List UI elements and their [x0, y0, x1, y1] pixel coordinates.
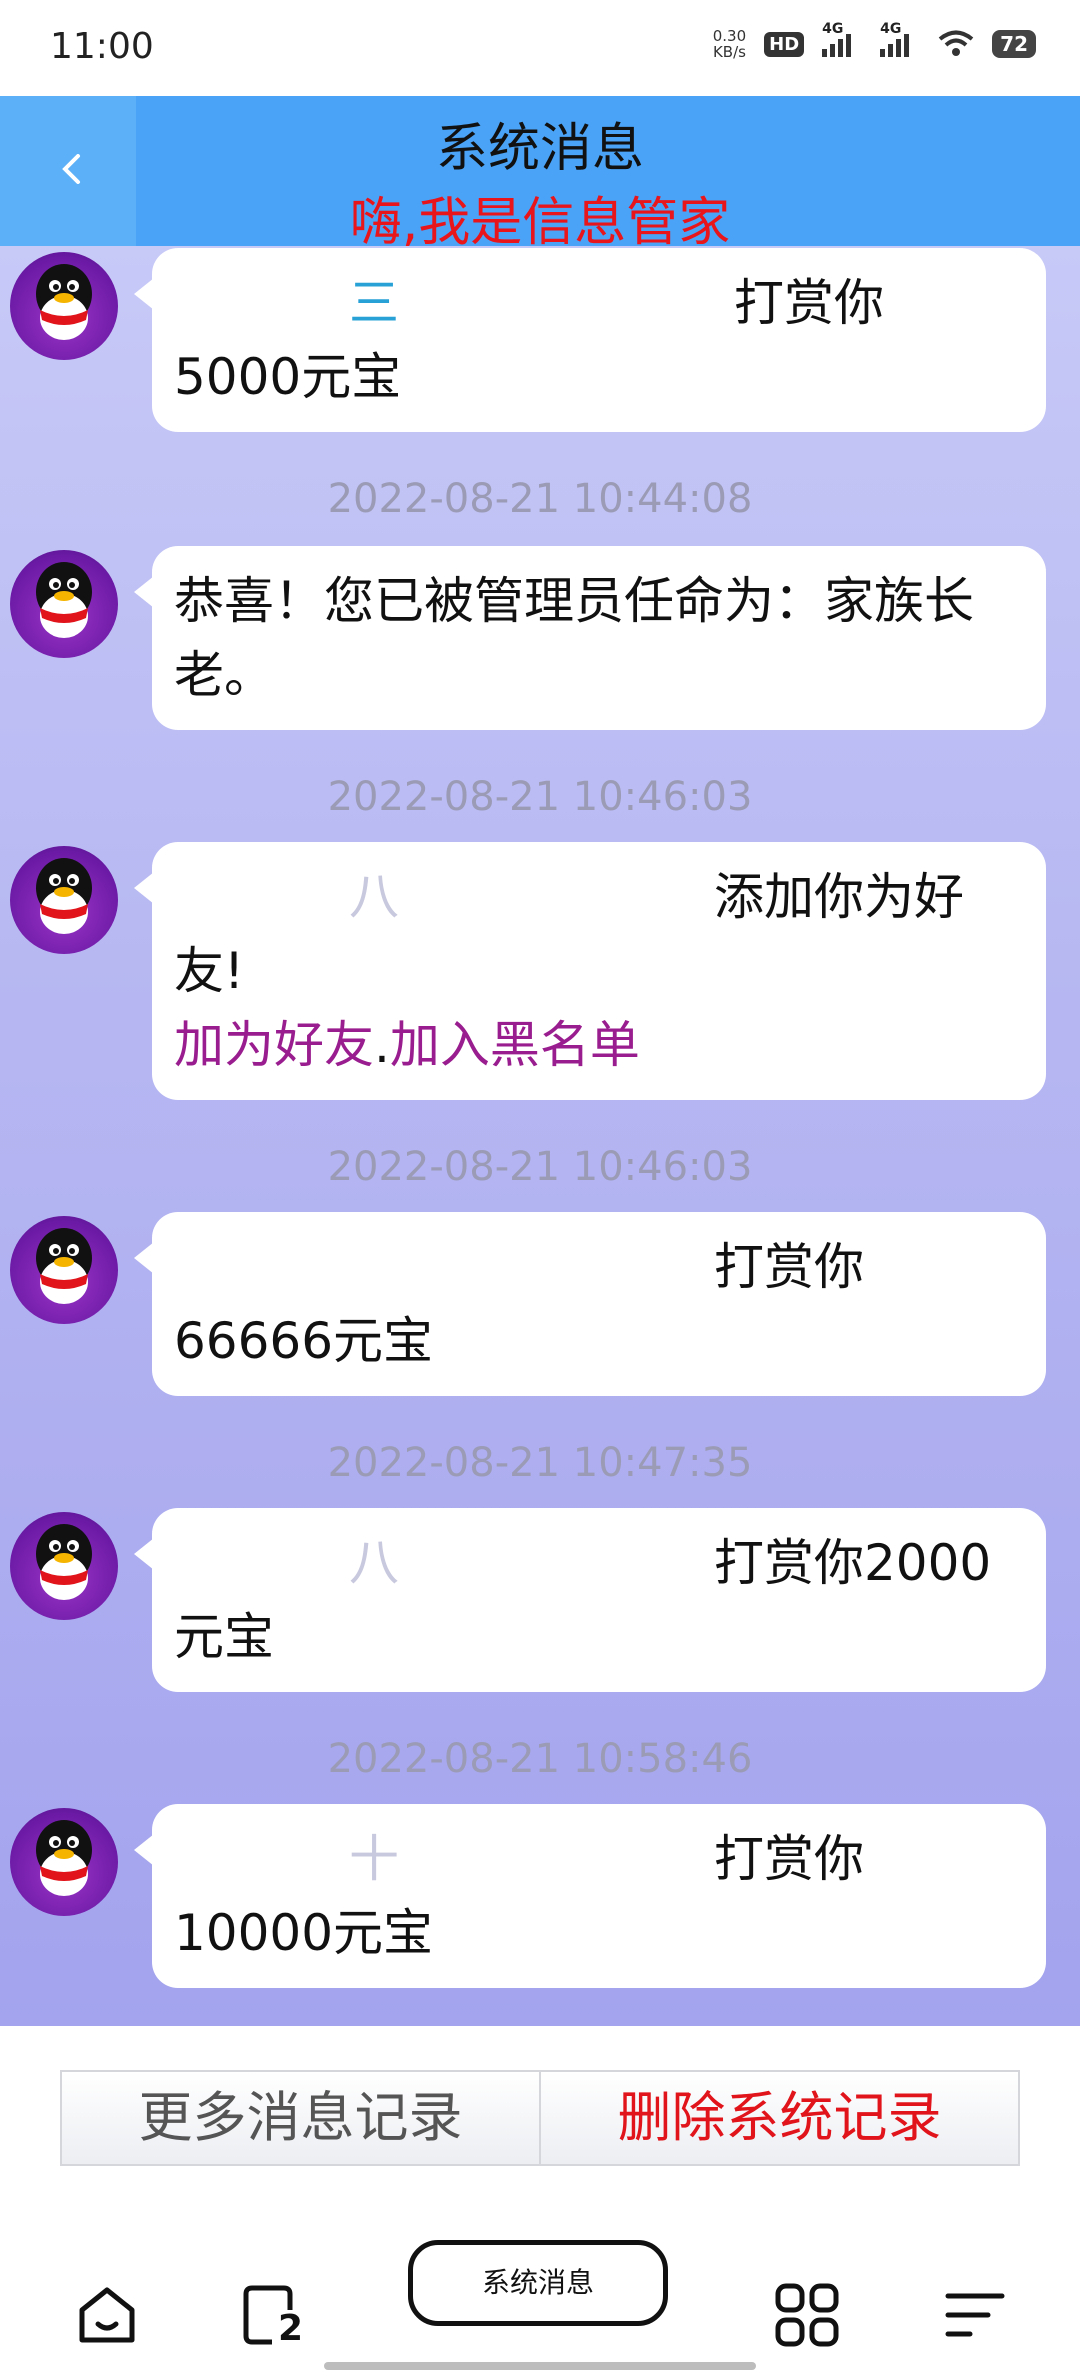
message-bubble: 恭喜！您已被管理员任命为：家族长老。	[134, 546, 1046, 730]
network-type-label-2: 4G	[880, 21, 902, 37]
avatar[interactable]	[10, 1216, 118, 1324]
apps-grid-icon[interactable]	[772, 2280, 842, 2350]
avatar[interactable]	[10, 550, 118, 658]
sender-name[interactable]: 十	[349, 1822, 399, 1896]
message-bubble: 十 打赏你 10000元宝	[134, 1804, 1046, 1988]
penguin-avatar-icon	[36, 264, 92, 340]
menu-icon[interactable]	[940, 2280, 1010, 2350]
message-action: 打赏你	[734, 274, 884, 332]
status-time: 11:00	[50, 26, 154, 67]
message-action: 打赏你	[714, 1238, 864, 1296]
message-action: 打赏你2000	[714, 1534, 992, 1592]
message-bubble: 八 添加你为好 友! 加为好友.加入黑名单	[134, 842, 1046, 1100]
message-bubble: 三 打赏你 5000元宝	[134, 248, 1046, 432]
message-bubble: 打赏你 66666元宝	[134, 1212, 1046, 1396]
message-text: 66666元宝	[174, 1312, 434, 1370]
message-text: 恭喜！您已被管理员任命为：家族长老。	[174, 572, 974, 704]
penguin-avatar-icon	[36, 562, 92, 638]
penguin-avatar-icon	[36, 1524, 92, 1600]
home-indicator[interactable]	[324, 2362, 756, 2370]
wifi-icon	[938, 30, 974, 56]
network-type-label: 4G	[822, 21, 844, 37]
network-speed-value: 0.30	[712, 27, 747, 45]
signal-icon-2: 4G	[880, 21, 920, 57]
message-list[interactable]: 三 打赏你 5000元宝 2022-08-21 10:44:08 恭喜！您已被管…	[0, 246, 1080, 2026]
network-speed: 0.30 KB/s	[713, 28, 746, 60]
message-timestamp: 2022-08-21 10:46:03	[327, 1144, 753, 1190]
message-bubble: 八 打赏你2000 元宝	[134, 1508, 1046, 1692]
blacklist-link[interactable]: 加入黑名单	[390, 1016, 640, 1074]
add-friend-link[interactable]: 加为好友	[174, 1016, 374, 1074]
friend-actions: 加为好友.加入黑名单	[174, 1008, 1024, 1082]
message-action: 打赏你	[714, 1830, 864, 1888]
status-bar: 11:00 0.30 KB/s HD 4G 4G 72	[0, 0, 1080, 96]
message-text: 元宝	[174, 1608, 274, 1666]
message-timestamp: 2022-08-21 10:46:03	[327, 774, 753, 820]
penguin-avatar-icon	[36, 1820, 92, 1896]
page-subtitle: 嗨,我是信息管家	[349, 193, 731, 253]
recent-apps-icon[interactable]: 2	[238, 2280, 308, 2350]
more-messages-button[interactable]: 更多消息记录	[62, 2072, 541, 2164]
message-timestamp: 2022-08-21 10:47:35	[327, 1440, 753, 1486]
sender-name[interactable]: 八	[349, 860, 399, 934]
hd-icon: HD	[764, 31, 805, 57]
link-separator: .	[374, 1016, 390, 1074]
avatar[interactable]	[10, 1512, 118, 1620]
message-actions-bar: 更多消息记录 删除系统记录	[60, 2070, 1020, 2166]
message-timestamp: 2022-08-21 10:44:08	[327, 476, 753, 522]
home-icon[interactable]	[72, 2280, 142, 2350]
message-timestamp: 2022-08-21 10:58:46	[327, 1736, 753, 1782]
recent-count: 2	[278, 2308, 304, 2349]
title-bar: 系统消息 嗨,我是信息管家	[0, 96, 1080, 253]
sender-name[interactable]: 八	[349, 1526, 399, 1600]
system-messages-nav-button[interactable]: 系统消息	[408, 2240, 668, 2326]
delete-records-button[interactable]: 删除系统记录	[541, 2072, 1018, 2164]
network-speed-unit: KB/s	[712, 43, 746, 61]
battery-icon: 72	[992, 30, 1036, 58]
avatar[interactable]	[10, 846, 118, 954]
signal-icon: 4G	[822, 21, 862, 57]
avatar[interactable]	[10, 252, 118, 360]
message-action: 添加你为好	[714, 868, 964, 926]
avatar[interactable]	[10, 1808, 118, 1916]
message-text: 10000元宝	[174, 1904, 434, 1962]
penguin-avatar-icon	[36, 858, 92, 934]
message-text: 友!	[174, 942, 245, 1000]
sender-name[interactable]: 三	[349, 266, 399, 340]
page-title: 系统消息	[435, 119, 644, 179]
penguin-avatar-icon	[36, 1228, 92, 1304]
status-icons: 0.30 KB/s HD 4G 4G 72	[713, 21, 1036, 60]
message-text: 5000元宝	[174, 348, 402, 406]
